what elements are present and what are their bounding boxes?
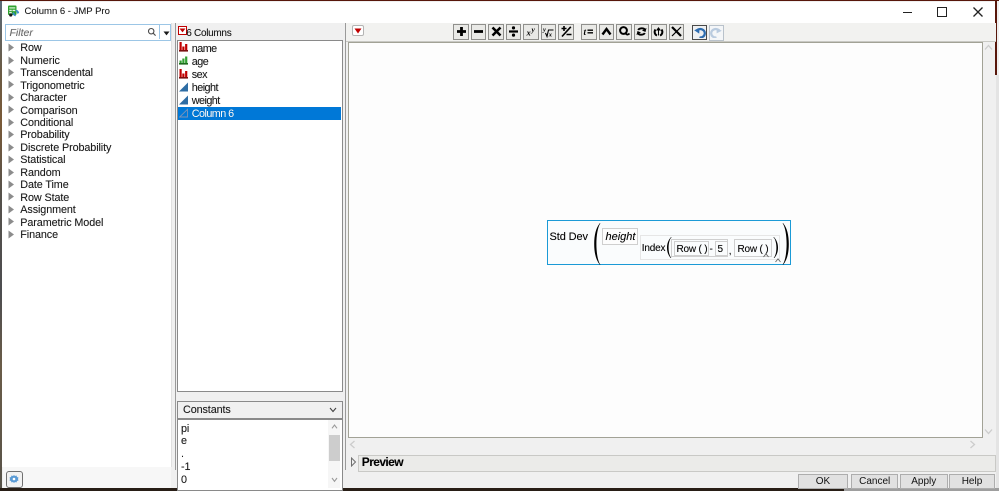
svg-text:y: y [530,25,535,34]
svg-text:y: y [542,27,546,34]
svg-text:t: t [584,27,587,37]
svg-text:x: x [548,32,553,39]
